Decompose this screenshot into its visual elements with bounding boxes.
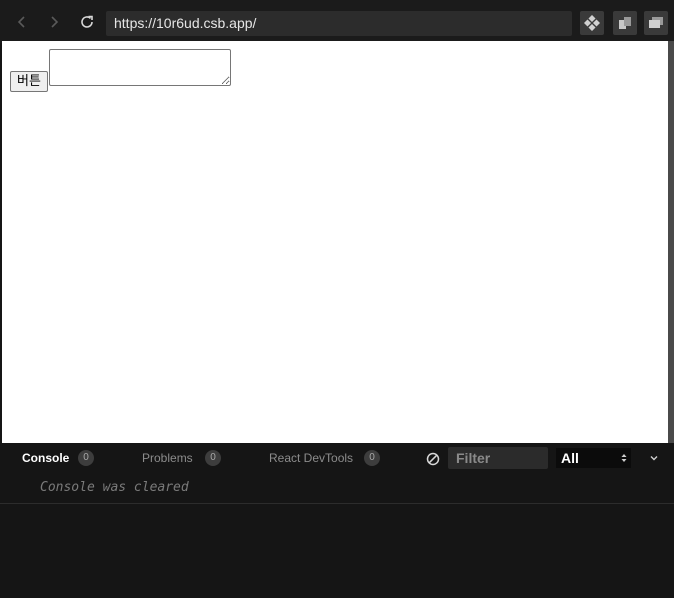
chevron-down-icon: [650, 456, 658, 461]
preview-resize-rail[interactable]: [668, 41, 674, 443]
console-count-badge: 0: [78, 450, 94, 466]
forward-button[interactable]: [42, 10, 66, 34]
codesandbox-preview-window: https://10r6ud.csb.app/ 버튼 Console 0 Pro…: [0, 0, 674, 598]
devtools-panel: Console 0 Problems 0 React DevTools 0 Al…: [0, 443, 674, 598]
codesandbox-button[interactable]: [580, 11, 604, 35]
collapse-devtools-button[interactable]: [647, 451, 661, 465]
korean-button[interactable]: 버튼: [10, 71, 48, 92]
react-devtools-count-badge: 0: [364, 450, 380, 466]
reload-button[interactable]: [75, 10, 99, 34]
browser-toolbar: https://10r6ud.csb.app/: [0, 0, 674, 43]
clear-console-icon: [426, 452, 440, 466]
select-arrows-icon: [621, 454, 627, 462]
layout-button[interactable]: [644, 11, 668, 35]
clear-console-button[interactable]: [425, 451, 441, 467]
tab-console[interactable]: Console: [22, 451, 69, 465]
console-filter-input[interactable]: [448, 447, 548, 469]
log-level-select[interactable]: All: [556, 448, 631, 468]
codesandbox-logo-icon: [584, 15, 600, 31]
preview-frame: 버튼: [2, 41, 668, 443]
tab-react-devtools[interactable]: React DevTools: [269, 451, 353, 465]
open-window-icon: [619, 17, 631, 29]
text-area[interactable]: [49, 49, 231, 86]
problems-count-badge: 0: [205, 450, 221, 466]
url-bar[interactable]: https://10r6ud.csb.app/: [106, 11, 572, 36]
devtools-tabs: Console 0 Problems 0 React DevTools 0 Al…: [0, 443, 674, 473]
back-button[interactable]: [10, 10, 34, 34]
tab-problems[interactable]: Problems: [142, 451, 193, 465]
open-new-window-button[interactable]: [613, 11, 637, 35]
console-divider: [0, 503, 674, 504]
reload-icon: [81, 15, 93, 28]
log-level-value: All: [561, 450, 579, 466]
chevron-right-icon: [51, 16, 59, 28]
console-cleared-message: Console was cleared: [40, 480, 189, 495]
chevron-left-icon: [17, 16, 25, 28]
layout-panels-icon: [649, 17, 663, 28]
